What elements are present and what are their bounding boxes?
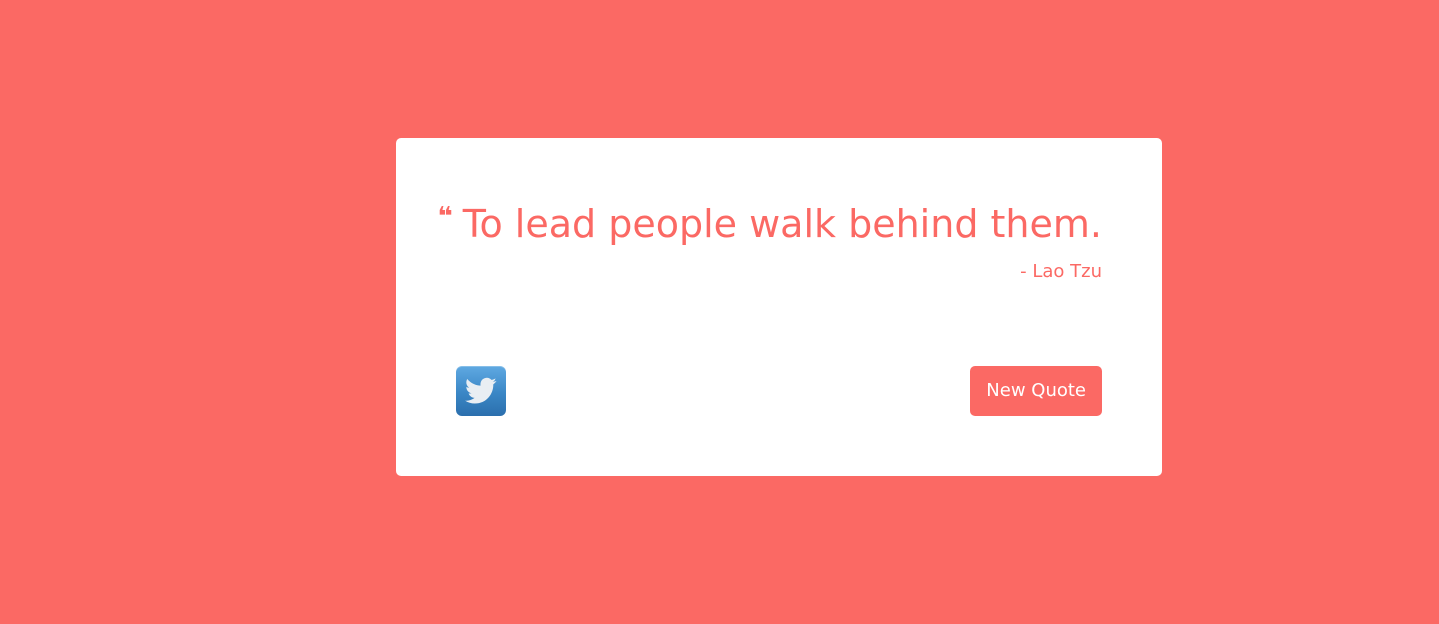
quote-mark-icon: ❝ bbox=[437, 202, 453, 232]
quote-card: ❝ To lead people walk behind them. - Lao… bbox=[396, 138, 1162, 476]
quote-author: - Lao Tzu bbox=[1020, 261, 1102, 282]
tweet-button[interactable] bbox=[456, 366, 506, 416]
quote-text: ❝ To lead people walk behind them. bbox=[437, 200, 1102, 248]
twitter-bird-icon bbox=[465, 377, 497, 404]
new-quote-button[interactable]: New Quote bbox=[970, 366, 1102, 416]
quote-body: To lead people walk behind them. bbox=[462, 202, 1102, 246]
